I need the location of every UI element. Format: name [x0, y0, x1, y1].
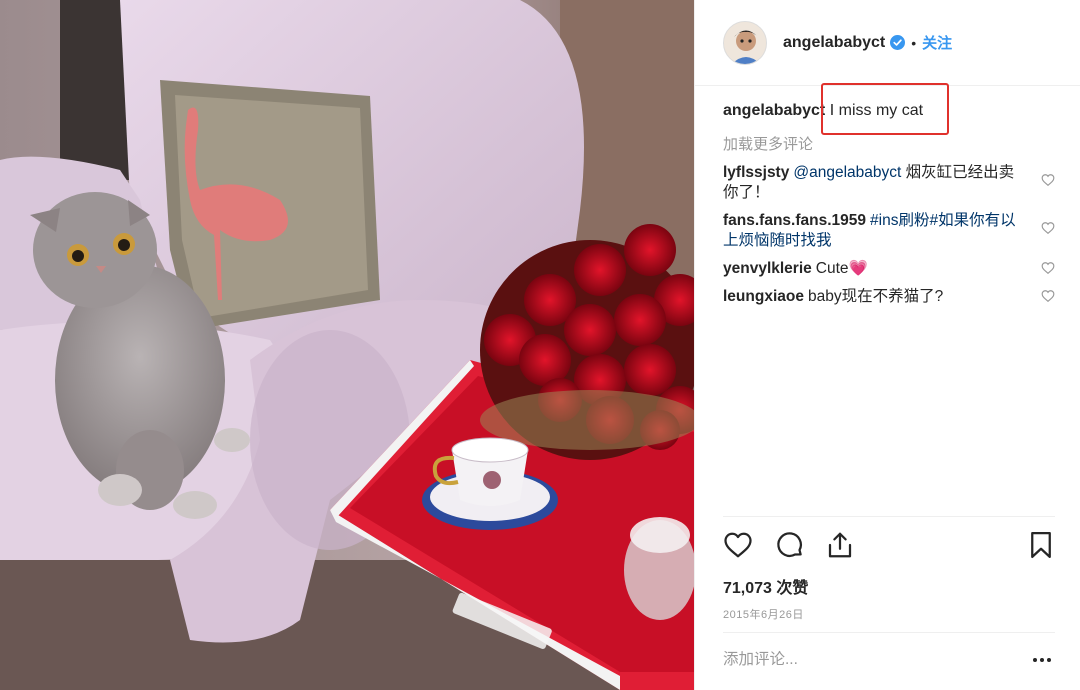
post-date: 2015年6月26日	[723, 609, 804, 621]
follow-button[interactable]: 关注	[922, 32, 952, 53]
comment-username[interactable]: fans.fans.fans.1959	[723, 212, 866, 229]
action-bar	[723, 530, 1055, 560]
load-more-comments[interactable]: 加载更多评论	[723, 133, 813, 154]
share-icon[interactable]	[825, 530, 855, 560]
verified-badge-icon	[890, 35, 906, 50]
post-photo[interactable]	[0, 0, 694, 690]
post-caption: angelababyct I miss my cat	[723, 100, 923, 122]
avatar[interactable]	[723, 20, 767, 65]
comment-item: fans.fans.fans.1959 #ins刷粉#如果你有以上烦恼随时找我	[723, 211, 1055, 251]
comment-username[interactable]: leungxiaoe	[723, 288, 804, 305]
more-options-icon[interactable]	[1031, 652, 1053, 668]
header-username[interactable]: angelababyct	[783, 34, 885, 52]
comment-mention[interactable]: @angelababyct	[793, 164, 901, 181]
divider	[723, 632, 1055, 633]
comment-item: yenvylklerie Cute💗	[723, 259, 1055, 279]
divider	[723, 516, 1055, 517]
comment-like-icon[interactable]	[1041, 261, 1055, 275]
comment-like-icon[interactable]	[1041, 221, 1055, 235]
comment-like-icon[interactable]	[1041, 289, 1055, 303]
comment-item: leungxiaoe baby现在不养猫了?	[723, 287, 1055, 307]
comment-item: lyflssjsty @angelababyct 烟灰缸已经出卖你了！	[723, 163, 1055, 203]
separator-dot: •	[911, 34, 917, 51]
add-comment-input[interactable]	[723, 646, 1013, 674]
likes-count[interactable]: 71,073 次赞	[723, 574, 808, 598]
comment-text: baby现在不养猫了?	[807, 288, 944, 305]
comment-username[interactable]: lyflssjsty	[723, 164, 789, 181]
comment-list: lyflssjsty @angelababyct 烟灰缸已经出卖你了！ fans.…	[723, 163, 1055, 315]
heart-icon[interactable]	[723, 530, 753, 560]
post-sidebar: angelababyct • 关注 angelababyct I miss my…	[694, 0, 1080, 690]
bookmark-icon[interactable]	[1026, 530, 1056, 560]
caption-username[interactable]: angelababyct	[723, 102, 825, 119]
caption-text: I miss my cat	[829, 102, 924, 119]
post-header: angelababyct • 关注	[695, 0, 1080, 86]
comment-like-icon[interactable]	[1041, 173, 1055, 187]
comment-icon[interactable]	[775, 530, 805, 560]
comment-username[interactable]: yenvylklerie	[723, 260, 812, 277]
comment-text: Cute💗	[815, 260, 868, 277]
